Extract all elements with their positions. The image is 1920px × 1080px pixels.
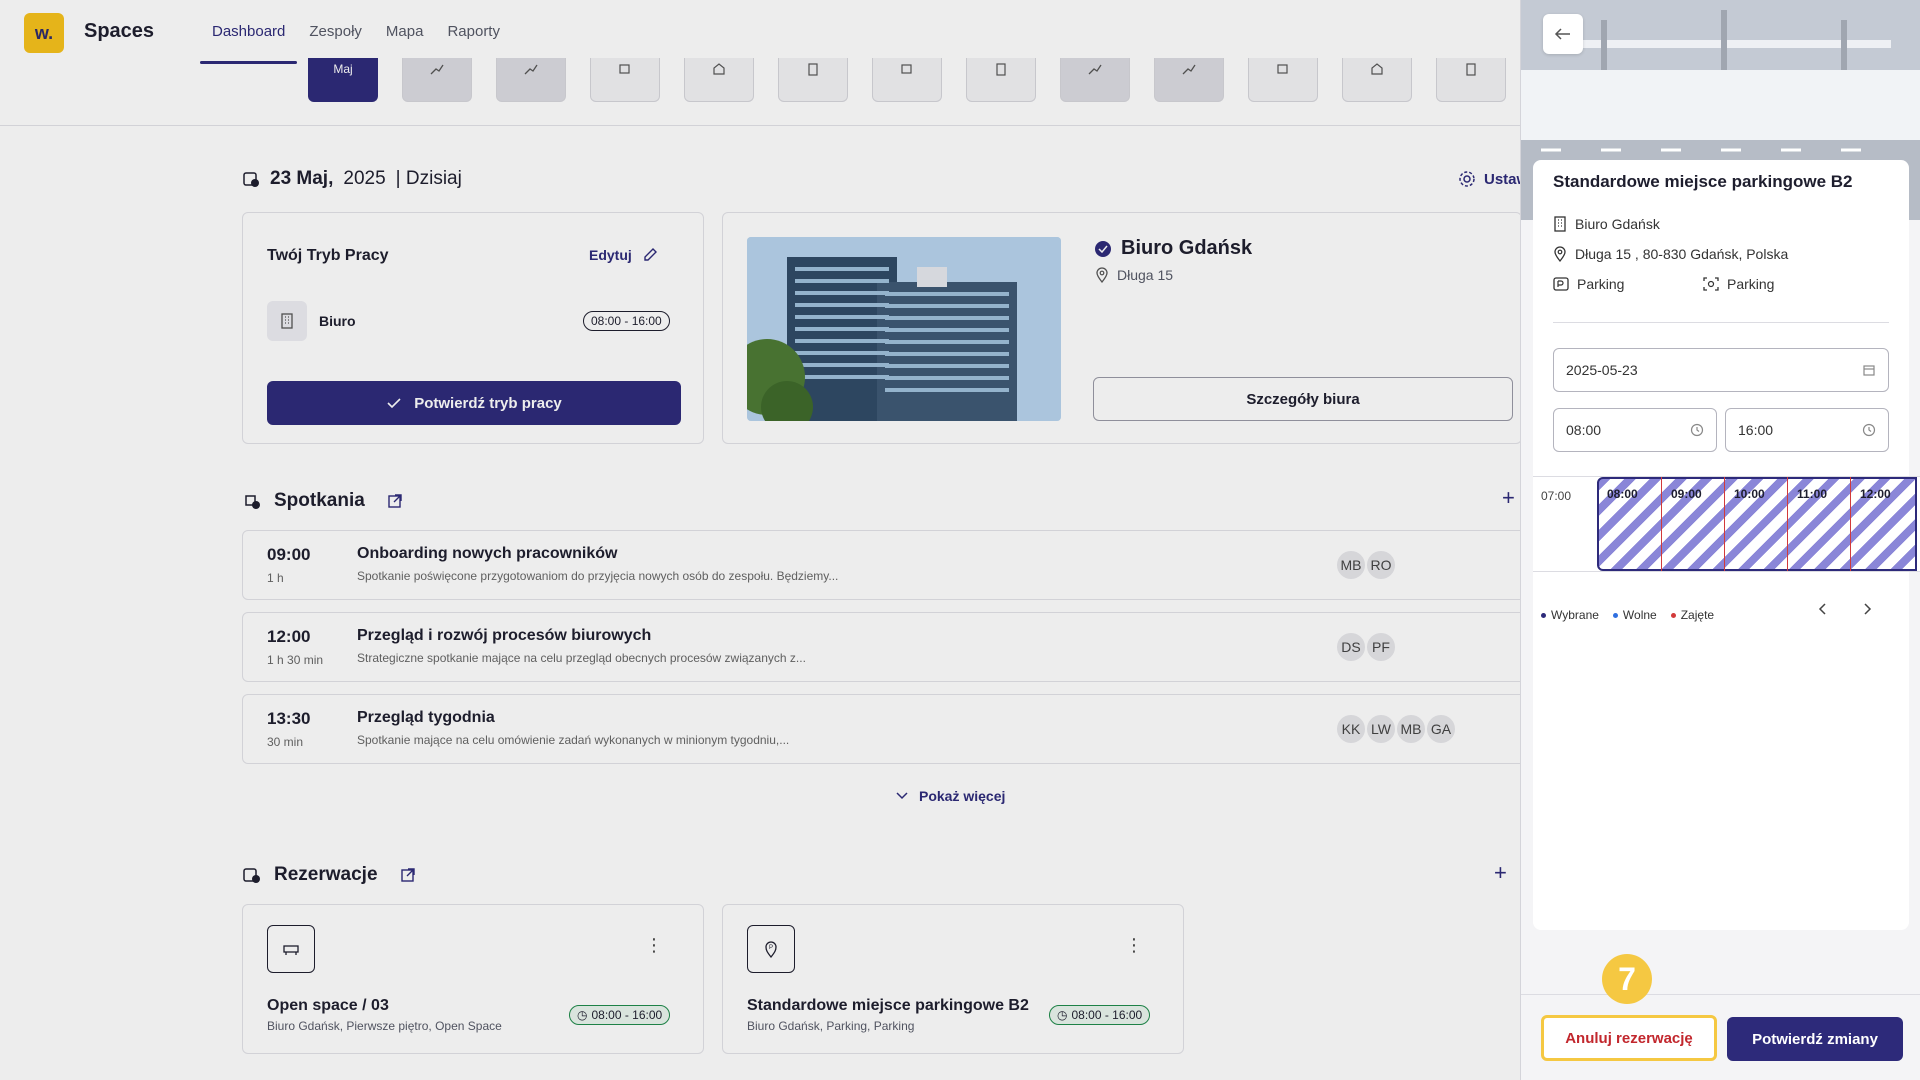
legend-selected: Wybrane (1541, 608, 1599, 622)
time-to-field[interactable]: 16:00 (1725, 408, 1889, 452)
legend-free: Wolne (1612, 608, 1657, 622)
timeline-hour: 09:00 (1671, 487, 1702, 501)
timeline-hour: 10:00 (1734, 487, 1765, 501)
panel-footer: Anuluj rezerwację Potwierdź zmiany (1521, 994, 1920, 1080)
arrow-left-icon (1554, 28, 1570, 40)
clock-icon (1690, 423, 1704, 437)
timeline-next-button[interactable] (1863, 602, 1873, 621)
date-field[interactable]: 2025-05-23 (1553, 348, 1889, 392)
panel-address-row: Długa 15 , 80-830 Gdańsk, Polska (1553, 246, 1788, 262)
panel-office-row: Biuro Gdańsk (1553, 216, 1660, 232)
timeline-hour: 08:00 (1607, 487, 1638, 501)
modal-overlay[interactable] (0, 0, 1520, 1080)
panel-category-row: Parking (1553, 276, 1624, 292)
timeline-start-hour: 07:00 (1541, 489, 1572, 503)
panel-type-text: Parking (1727, 276, 1775, 292)
step-number-badge: 7 (1602, 954, 1652, 1004)
panel-address-text: Długa 15 , 80-830 Gdańsk, Polska (1575, 246, 1789, 262)
timeline-divider (1661, 477, 1662, 571)
date-value: 2025-05-23 (1566, 362, 1638, 378)
panel-type-row: Parking (1703, 276, 1774, 292)
time-from-value: 08:00 (1566, 422, 1602, 438)
panel-office-text: Biuro Gdańsk (1575, 216, 1660, 232)
confirm-changes-button[interactable]: Potwierdź zmiany (1727, 1017, 1903, 1061)
panel-category-text: Parking (1577, 276, 1625, 292)
cancel-reservation-button[interactable]: Anuluj rezerwację (1541, 1015, 1717, 1061)
availability-timeline[interactable]: 07:00 08:00 09:00 10:00 11:00 12:00 (1533, 476, 1920, 572)
chevron-right-icon (1864, 603, 1872, 615)
parking-sign-icon (1553, 277, 1569, 291)
panel-title: Standardowe miejsce parkingowe B2 (1553, 172, 1853, 191)
timeline-divider (1787, 477, 1788, 571)
time-from-field[interactable]: 08:00 (1553, 408, 1717, 452)
chevron-left-icon (1818, 603, 1826, 615)
timeline-prev-button[interactable] (1817, 602, 1827, 621)
office-building-icon (1554, 216, 1566, 232)
calendar-icon (1863, 365, 1875, 376)
timeline-divider (1724, 477, 1725, 571)
panel-divider (1553, 322, 1889, 323)
clock-icon (1862, 423, 1876, 437)
timeline-hour: 12:00 (1860, 487, 1891, 501)
location-pin-icon (1554, 246, 1566, 262)
timeline-legend: Wybrane Wolne Zajęte (1541, 608, 1714, 622)
back-button[interactable] (1543, 14, 1583, 54)
time-to-value: 16:00 (1738, 422, 1774, 438)
timeline-divider (1850, 477, 1851, 571)
reservation-detail-panel: Standardowe miejsce parkingowe B2 Biuro … (1520, 0, 1920, 1080)
scan-frame-icon (1703, 277, 1719, 291)
timeline-hour: 11:00 (1797, 487, 1828, 501)
legend-taken: Zajęte (1670, 608, 1714, 622)
